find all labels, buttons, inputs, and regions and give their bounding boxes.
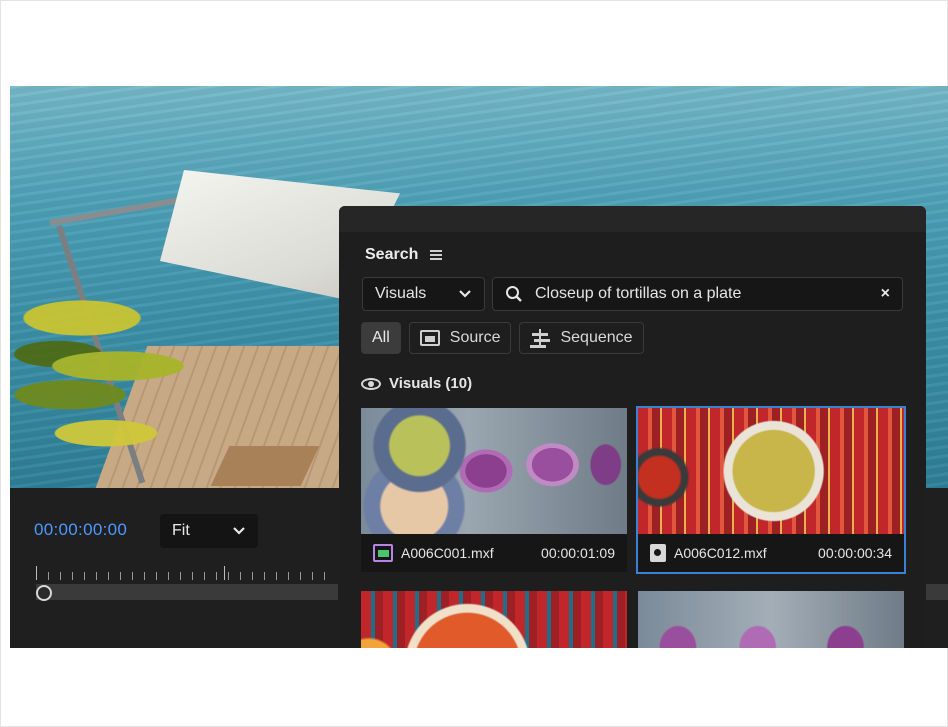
- panel-title: Search: [365, 246, 443, 264]
- filter-sequence-label: Sequence: [560, 329, 633, 346]
- eye-icon: [361, 377, 381, 390]
- result-card-selected[interactable]: A006C012.mxf 00:00:00:34: [636, 406, 906, 574]
- panel-title-text: Search: [365, 246, 419, 263]
- panel-header-strip: [339, 206, 926, 232]
- result-meta: A006C001.mxf 00:00:01:09: [361, 534, 627, 572]
- visuals-section-label: Visuals (10): [389, 375, 473, 392]
- result-thumbnail: [638, 591, 904, 648]
- scrub-bar[interactable]: [36, 584, 338, 600]
- result-card[interactable]: [638, 591, 904, 648]
- filter-source[interactable]: Source: [408, 322, 512, 354]
- result-card[interactable]: [361, 591, 627, 648]
- result-filename: A006C001.mxf: [401, 545, 494, 561]
- result-thumbnail: [638, 408, 904, 534]
- playhead-handle[interactable]: [36, 585, 52, 601]
- palm-image-region: [10, 246, 250, 486]
- clear-search-button[interactable]: ×: [881, 285, 890, 303]
- filter-chips: All Source Sequence: [361, 322, 644, 354]
- chair-image-region: [210, 446, 320, 486]
- sequence-icon: [530, 329, 550, 347]
- clip-file-icon: [650, 544, 666, 562]
- result-card[interactable]: A006C001.mxf 00:00:01:09: [361, 408, 627, 572]
- zoom-fit-dropdown[interactable]: Fit: [160, 514, 258, 548]
- search-input[interactable]: Closeup of tortillas on a plate ×: [492, 277, 903, 311]
- playhead-timecode[interactable]: 00:00:00:00: [34, 520, 127, 540]
- filter-all-label: All: [372, 329, 390, 346]
- visuals-section-header[interactable]: Visuals (10): [361, 375, 472, 392]
- chevron-down-icon: [459, 290, 471, 298]
- filter-source-label: Source: [449, 329, 501, 346]
- chevron-down-icon: [233, 527, 245, 535]
- result-duration: 00:00:01:09: [541, 545, 615, 561]
- mxf-clip-icon: [373, 544, 393, 562]
- result-duration: 00:00:00:34: [818, 545, 892, 561]
- result-thumbnail: [361, 591, 627, 648]
- result-filename: A006C012.mxf: [674, 545, 767, 561]
- search-icon: [506, 286, 522, 302]
- search-panel: Search Visuals Closeup of tortillas on a…: [339, 206, 926, 648]
- result-meta: A006C012.mxf 00:00:00:34: [638, 534, 904, 572]
- source-icon: [419, 330, 440, 346]
- filter-sequence[interactable]: Sequence: [519, 322, 644, 354]
- time-ruler[interactable]: [36, 566, 336, 580]
- panel-menu-icon[interactable]: [430, 250, 443, 260]
- filter-all[interactable]: All: [361, 322, 401, 354]
- zoom-fit-label: Fit: [172, 522, 190, 539]
- result-thumbnail: [361, 408, 627, 534]
- search-type-label: Visuals: [375, 285, 427, 302]
- search-query-text: Closeup of tortillas on a plate: [535, 285, 742, 302]
- search-type-dropdown[interactable]: Visuals: [362, 277, 485, 311]
